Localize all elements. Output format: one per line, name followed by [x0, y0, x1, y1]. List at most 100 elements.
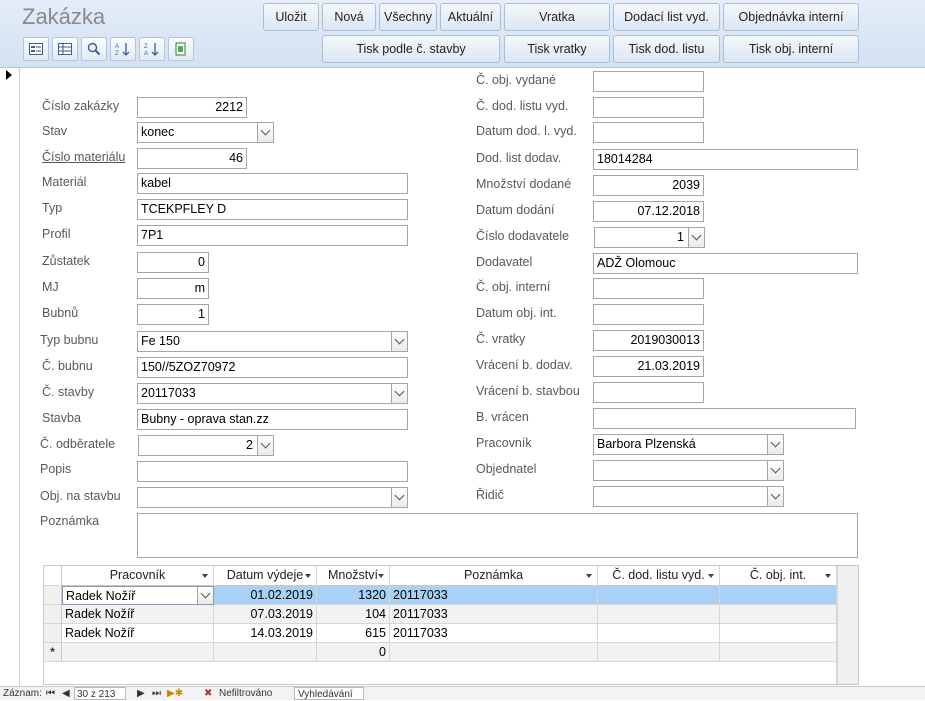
new-row-c-obj-int[interactable]: [720, 643, 837, 662]
stavba-field[interactable]: Bubny - oprava stan.zz: [137, 409, 408, 430]
ridic-select[interactable]: [593, 486, 784, 507]
c-odberatele-select[interactable]: 2: [138, 435, 274, 456]
find-icon[interactable]: [81, 37, 107, 61]
column-header-c-obj-int[interactable]: Č. obj. int.: [720, 566, 837, 586]
dod-list-dodav-field[interactable]: 18014284: [593, 149, 858, 170]
table-row-poznamka[interactable]: 20117033: [390, 605, 598, 624]
popis-field[interactable]: [137, 461, 408, 482]
table-row-pracovnik[interactable]: Radek Nožíř: [62, 586, 214, 605]
c-obj-interni-field[interactable]: [593, 278, 704, 299]
b-vracen-field[interactable]: [593, 408, 856, 429]
chevron-down-icon[interactable]: [391, 488, 407, 507]
c-vratky-field[interactable]: 2019030013: [593, 330, 704, 351]
table-row-mnozstvi[interactable]: 1320: [317, 586, 390, 605]
c-dod-listu-vyd-field[interactable]: [593, 97, 704, 118]
table-row-c-obj-int[interactable]: [720, 586, 837, 605]
dodaci-list-button[interactable]: Dodací list vyd.: [613, 3, 720, 31]
cislo-materialu-label[interactable]: Číslo materiálu: [42, 150, 125, 164]
table-row-c-obj-int[interactable]: [720, 605, 837, 624]
column-header-pracovnik[interactable]: Pracovník: [62, 566, 214, 586]
column-header-datum-vydeje[interactable]: Datum výdeje: [214, 566, 317, 586]
profil-field[interactable]: 7P1: [137, 225, 408, 246]
table-row-c-dod-listu[interactable]: [598, 624, 720, 643]
grid-vertical-scrollbar[interactable]: [837, 566, 858, 684]
datum-dod-l-vyd-field[interactable]: [593, 122, 704, 143]
dodavatel-field[interactable]: ADŽ Olomouc: [593, 253, 858, 274]
obj-na-stavbu-select[interactable]: [137, 487, 408, 508]
table-row-pracovnik[interactable]: Radek Nožíř: [62, 624, 214, 643]
table-row-poznamka[interactable]: 20117033: [390, 586, 598, 605]
export-icon[interactable]: [168, 37, 194, 61]
typ-bubnu-select[interactable]: Fe 150: [137, 331, 408, 352]
datasheet-view-icon[interactable]: [52, 37, 78, 61]
sort-arrow-icon[interactable]: [378, 574, 384, 578]
next-record-icon[interactable]: ▶: [137, 687, 145, 700]
vraceni-b-dodav-field[interactable]: 21.03.2019: [593, 356, 704, 377]
aktualni-button[interactable]: Aktuální: [440, 3, 501, 31]
new-row-mnozstvi[interactable]: 0: [317, 643, 390, 662]
table-row-mnozstvi[interactable]: 104: [317, 605, 390, 624]
vratka-button[interactable]: Vratka: [504, 3, 610, 31]
stav-select[interactable]: konec: [137, 122, 274, 143]
form-view-icon[interactable]: [23, 37, 49, 61]
cislo-dodavatele-select[interactable]: 1: [594, 227, 705, 248]
chevron-down-icon[interactable]: [257, 436, 273, 455]
new-record-marker[interactable]: *: [44, 643, 62, 662]
sort-arrow-icon[interactable]: [586, 574, 592, 578]
record-selector[interactable]: [0, 68, 20, 700]
ulozit-button[interactable]: Uložit: [263, 3, 319, 31]
chevron-down-icon[interactable]: [391, 384, 407, 403]
column-header-c-dod-listu-vyd[interactable]: Č. dod. listu vyd.: [598, 566, 720, 586]
previous-record-icon[interactable]: ◀: [62, 687, 70, 700]
column-header-mnozstvi[interactable]: Množství: [317, 566, 390, 586]
typ-field[interactable]: TCEKPFLEY D: [137, 199, 408, 220]
objednavka-interni-button[interactable]: Objednávka interní: [723, 3, 859, 31]
sort-arrow-icon[interactable]: [708, 574, 714, 578]
table-row-datum[interactable]: 01.02.2019: [214, 586, 317, 605]
new-row-c-dod-listu[interactable]: [598, 643, 720, 662]
sort-ascending-icon[interactable]: AZ: [110, 37, 136, 61]
table-row-c-obj-int[interactable]: [720, 624, 837, 643]
table-row-mnozstvi[interactable]: 615: [317, 624, 390, 643]
nova-button[interactable]: Nová: [322, 3, 376, 31]
mnozstvi-dodane-field[interactable]: 2039: [593, 175, 704, 196]
bubnu-field[interactable]: 1: [137, 304, 209, 325]
table-row-poznamka[interactable]: 20117033: [390, 624, 598, 643]
sort-descending-icon[interactable]: ZA: [139, 37, 165, 61]
table-row-c-dod-listu[interactable]: [598, 605, 720, 624]
row-selector[interactable]: [44, 586, 62, 605]
tisk-vratky-button[interactable]: Tisk vratky: [504, 35, 610, 63]
tisk-obj-interni-button[interactable]: Tisk obj. interní: [723, 35, 859, 63]
row-selector[interactable]: [44, 624, 62, 643]
sort-arrow-icon[interactable]: [305, 574, 311, 578]
new-row-datum[interactable]: [214, 643, 317, 662]
row-selector[interactable]: [44, 605, 62, 624]
pracovnik-select[interactable]: Barbora Plzenská: [593, 434, 784, 455]
vsechny-button[interactable]: Všechny: [379, 3, 437, 31]
zustatek-field[interactable]: 0: [137, 252, 209, 273]
chevron-down-icon[interactable]: [767, 435, 783, 454]
c-stavby-select[interactable]: 20117033: [137, 383, 408, 404]
last-record-icon[interactable]: ⏭: [152, 687, 161, 700]
table-row-datum[interactable]: 07.03.2019: [214, 605, 317, 624]
first-record-icon[interactable]: ⏮: [46, 687, 55, 700]
search-input[interactable]: Vyhledávání: [294, 687, 364, 700]
material-field[interactable]: kabel: [137, 173, 408, 194]
table-row-pracovnik[interactable]: Radek Nožíř: [62, 605, 214, 624]
cislo-materialu-field[interactable]: 46: [137, 148, 247, 169]
cislo-zakazky-field[interactable]: 2212: [137, 97, 247, 118]
new-record-icon[interactable]: ▶✱: [167, 687, 183, 700]
datum-dodani-field[interactable]: 07.12.2018: [593, 201, 704, 222]
c-bubnu-field[interactable]: 150//5ZOZ70972: [137, 357, 408, 378]
column-header-poznamka[interactable]: Poznámka: [390, 566, 598, 586]
chevron-down-icon[interactable]: [688, 228, 704, 247]
chevron-down-icon[interactable]: [197, 587, 213, 604]
tisk-dod-listu-button[interactable]: Tisk dod. listu: [613, 35, 720, 63]
c-obj-vydane-field[interactable]: [593, 71, 704, 92]
chevron-down-icon[interactable]: [767, 487, 783, 506]
objednatel-select[interactable]: [593, 460, 784, 481]
table-row-datum[interactable]: 14.03.2019: [214, 624, 317, 643]
select-all-corner[interactable]: [44, 566, 62, 586]
vraceni-b-stavbou-field[interactable]: [593, 382, 704, 403]
sort-arrow-icon[interactable]: [825, 574, 831, 578]
